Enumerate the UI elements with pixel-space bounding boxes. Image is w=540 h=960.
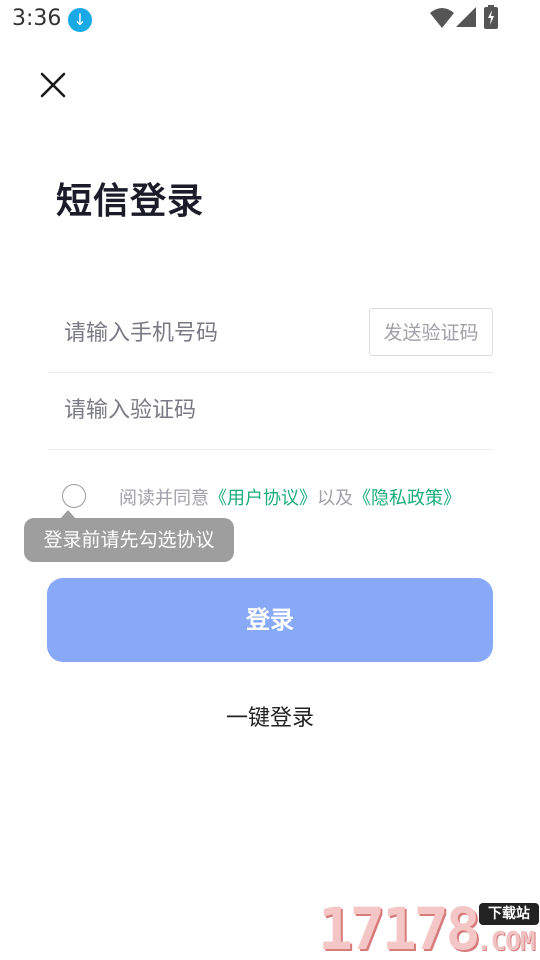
watermark-badge: 下载站 [479,903,539,925]
status-time: 3:36 [12,6,62,31]
send-code-button[interactable]: 发送验证码 [369,308,493,356]
agreement-checkbox[interactable] [62,484,86,508]
battery-icon [484,5,498,29]
agreement-connector: 以及 [317,488,353,509]
sms-login-screen: 3:36 ↓ 短信登录 发送验证码 阅读并同意《用户协议》以及《隐私政策》 登录… [0,0,540,960]
agreement-tooltip: 登录前请先勾选协议 [24,518,234,562]
login-button[interactable]: 登录 [47,578,493,662]
page-title: 短信登录 [56,181,205,222]
verification-code-input[interactable] [62,371,486,449]
agreement-row: 阅读并同意《用户协议》以及《隐私政策》 [62,480,522,512]
phone-field-row: 发送验证码 [48,294,493,373]
agreement-prefix: 阅读并同意 [119,488,209,509]
code-field-row [48,371,493,450]
phone-input[interactable] [62,294,356,372]
download-icon: ↓ [68,8,92,32]
user-agreement-link[interactable]: 《用户协议》 [209,488,317,509]
status-bar: 3:36 ↓ [0,0,540,38]
close-icon[interactable] [36,68,70,102]
wifi-icon [430,8,454,28]
watermark-number: 17178 [318,895,481,960]
watermark-domain: .COM [476,927,536,957]
one-click-login-link[interactable]: 一键登录 [0,700,540,732]
privacy-policy-link[interactable]: 《隐私政策》 [353,488,461,509]
agreement-text: 阅读并同意《用户协议》以及《隐私政策》 [119,484,461,510]
signal-icon [456,7,476,27]
